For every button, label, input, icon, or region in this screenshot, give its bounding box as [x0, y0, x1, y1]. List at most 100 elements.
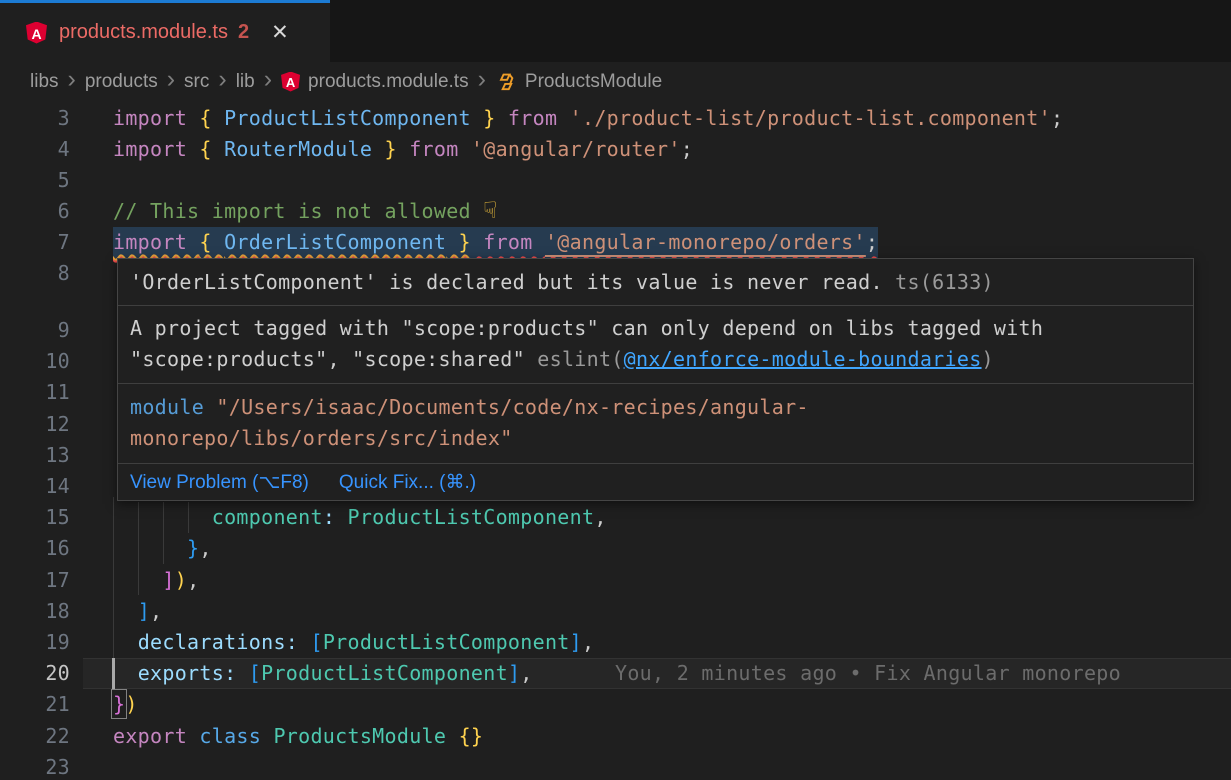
line-number-4[interactable]: 4	[0, 134, 70, 165]
class-symbol-icon	[495, 71, 517, 93]
code-token: [	[310, 630, 322, 654]
code-content[interactable]: import { OrderListComponent } from '@ang…	[113, 227, 878, 258]
code-content[interactable]: },	[113, 533, 212, 564]
line-number-12[interactable]: 12	[0, 409, 70, 440]
code-line-22[interactable]: 22 export class ProductsModule {}	[0, 721, 1231, 752]
line-number-15[interactable]: 15	[0, 502, 70, 533]
code-line-20[interactable]: 20 exports: [ProductListComponent],You, …	[0, 658, 1231, 689]
line-number-10[interactable]: 10	[0, 346, 70, 377]
line-number-22[interactable]: 22	[0, 721, 70, 752]
quick-fix-button[interactable]: Quick Fix... (⌘.)	[339, 471, 476, 494]
code-token: from	[471, 230, 545, 254]
code-editor[interactable]: 3 import { ProductListComponent } from '.…	[0, 101, 1231, 780]
code-token: ,	[187, 568, 199, 592]
code-token: [	[249, 661, 261, 685]
code-content[interactable]: declarations: [ProductListComponent],	[113, 627, 594, 658]
code-content[interactable]: // This import is not allowed ☟	[113, 196, 497, 227]
line-number-21[interactable]: 21	[0, 689, 70, 720]
code-line-23[interactable]: 23	[0, 752, 1231, 780]
line-number-13[interactable]: 13	[0, 440, 70, 471]
line-number-5[interactable]: 5	[0, 165, 70, 196]
code-token: {	[199, 137, 224, 161]
vscode-window: A products.module.ts 2 ✕ libs › products…	[0, 0, 1231, 780]
code-token	[236, 661, 248, 685]
code-token: ProductListComponent	[348, 505, 595, 529]
line-number-11[interactable]: 11	[0, 377, 70, 408]
code-line-6[interactable]: 6 // This import is not allowed ☟	[0, 196, 1231, 227]
line-number-18[interactable]: 18	[0, 596, 70, 627]
code-token	[113, 505, 212, 529]
code-token: :	[323, 505, 335, 529]
code-token: from	[496, 106, 570, 130]
breadcrumb-item-file[interactable]: A products.module.ts	[281, 71, 469, 93]
code-line-19[interactable]: 19 declarations: [ProductListComponent],	[0, 627, 1231, 658]
code-line-15[interactable]: 15 component: ProductListComponent,	[0, 502, 1231, 533]
code-line-16[interactable]: 16 },	[0, 533, 1231, 564]
hover-action-bar: View Problem (⌥F8) Quick Fix... (⌘.)	[118, 464, 1193, 500]
code-token	[113, 568, 162, 592]
code-content[interactable]: ],	[113, 596, 162, 627]
code-token: '@angular/router'	[471, 137, 681, 161]
code-content[interactable]: import { ProductListComponent } from './…	[113, 103, 1063, 134]
line-number-23[interactable]: 23	[0, 752, 70, 780]
code-line-3[interactable]: 3 import { ProductListComponent } from '.…	[0, 103, 1231, 134]
code-content[interactable]: })	[113, 689, 138, 720]
line-number-9[interactable]: 9	[0, 315, 70, 346]
code-token: }	[446, 230, 471, 254]
code-token: ProductsModule	[273, 724, 446, 748]
code-content[interactable]: exports: [ProductListComponent],	[113, 658, 533, 689]
line-number-6[interactable]: 6	[0, 196, 70, 227]
breadcrumb-item-symbol[interactable]: ProductsModule	[495, 71, 662, 93]
code-line-4[interactable]: 4 import { RouterModule } from '@angular/…	[0, 134, 1231, 165]
line-number-20[interactable]: 20	[0, 658, 70, 689]
code-token: './product-list/product-list.component'	[570, 106, 1051, 130]
code-token: {	[199, 106, 224, 130]
code-token: ]	[508, 661, 520, 685]
code-token: import	[113, 106, 199, 130]
line-number-7[interactable]: 7	[0, 227, 70, 258]
tab-bar: A products.module.ts 2 ✕	[0, 0, 1231, 62]
view-problem-button[interactable]: View Problem (⌥F8)	[130, 471, 309, 494]
diagnostics-hover-popup: 'OrderListComponent' is declared but its…	[117, 258, 1194, 501]
line-number-3[interactable]: 3	[0, 103, 70, 134]
tab-problem-count: 2	[238, 21, 249, 44]
line-number-19[interactable]: 19	[0, 627, 70, 658]
code-line-17[interactable]: 17 ]),	[0, 565, 1231, 596]
code-content[interactable]: import { RouterModule } from '@angular/r…	[113, 134, 693, 165]
code-token: ,	[594, 505, 606, 529]
code-token: }	[187, 536, 199, 560]
code-token: ;	[681, 137, 693, 161]
line-number-17[interactable]: 17	[0, 565, 70, 596]
code-token: import	[113, 137, 199, 161]
tab-products-module[interactable]: A products.module.ts 2 ✕	[0, 0, 330, 62]
breadcrumb: libs › products › src › lib › A products…	[0, 62, 1231, 101]
code-token: declarations:	[138, 630, 298, 654]
eslint-rule-link[interactable]: @nx/enforce-module-boundaries	[624, 347, 982, 371]
close-icon[interactable]: ✕	[271, 20, 289, 45]
angular-file-icon: A	[281, 72, 300, 92]
code-line-7[interactable]: 7 import { OrderListComponent } from '@an…	[0, 227, 1231, 258]
code-token: ,	[520, 661, 532, 685]
code-token: // This import is not allowed	[113, 199, 483, 223]
code-content[interactable]: ]),	[113, 565, 199, 596]
line-number-16[interactable]: 16	[0, 533, 70, 564]
code-line-18[interactable]: 18 ],	[0, 596, 1231, 627]
code-token: class	[199, 724, 273, 748]
code-token: }	[113, 692, 125, 716]
line-number-14[interactable]: 14	[0, 471, 70, 502]
breadcrumb-item-lib[interactable]: lib	[236, 71, 255, 93]
code-token: component	[212, 505, 323, 529]
tab-title: products.module.ts	[59, 21, 228, 44]
code-line-5[interactable]: 5	[0, 165, 1231, 196]
code-token	[298, 630, 310, 654]
code-token: ProductListComponent	[224, 106, 471, 130]
breadcrumb-item-products[interactable]: products	[85, 71, 158, 93]
code-content[interactable]: component: ProductListComponent,	[113, 502, 607, 533]
line-number-8[interactable]: 8	[0, 258, 70, 289]
code-content[interactable]: export class ProductsModule {}	[113, 721, 483, 752]
code-line-21[interactable]: 21})	[0, 689, 1231, 720]
breadcrumb-item-src[interactable]: src	[184, 71, 209, 93]
code-token: ;	[1051, 106, 1063, 130]
code-token: ;	[866, 230, 878, 254]
breadcrumb-item-libs[interactable]: libs	[30, 71, 59, 93]
